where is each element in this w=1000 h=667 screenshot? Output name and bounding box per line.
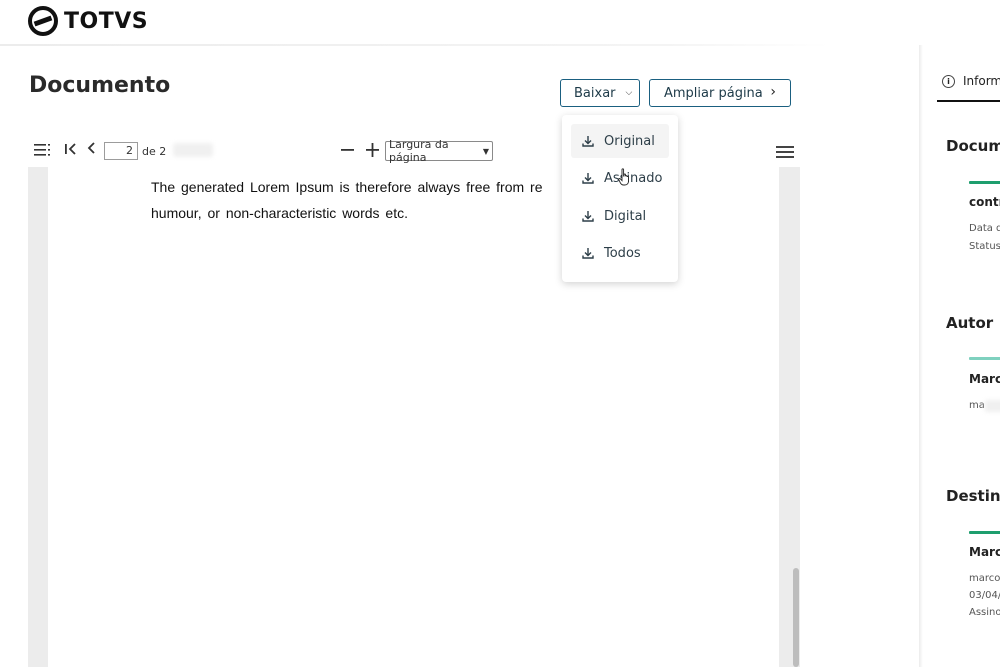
zoom-select[interactable]: Largura da página ▼ (385, 138, 493, 164)
recipient-status: Assinou (969, 607, 1000, 618)
totvs-logo[interactable]: TOTVS (28, 6, 148, 36)
recipient-date: 03/04/ (969, 590, 1000, 601)
download-original-item[interactable]: Original (571, 124, 669, 158)
download-icon (582, 211, 594, 222)
expand-page-button[interactable]: Ampliar página › (649, 79, 791, 107)
info-icon: i (942, 74, 955, 88)
header-divider (0, 44, 830, 46)
zoom-select-value: Largura da página (389, 138, 449, 164)
page-number-input[interactable]: 2 (104, 142, 138, 160)
download-menu: Original Assinado Digital Todos (562, 115, 678, 282)
chevron-down-icon: ⌵ (625, 88, 633, 98)
info-sidebar: i Informações Documento contrato Data de… (923, 45, 1000, 667)
download-all-item[interactable]: Todos (571, 236, 669, 270)
document-status: Status (969, 241, 1000, 252)
section-title-destinatarios: Destinatários (946, 487, 1000, 505)
expand-page-label: Ampliar página (664, 85, 763, 101)
download-original-label: Original (604, 133, 655, 149)
more-options-icon[interactable] (776, 143, 794, 161)
page-title: Documento (29, 73, 171, 98)
hand-cursor-icon (618, 168, 629, 186)
download-all-label: Todos (604, 245, 641, 261)
chevron-right-icon: › (770, 84, 776, 100)
author-name: Marcos (969, 372, 1000, 386)
section-title-autor: Autor (946, 314, 994, 332)
author-email: ma (969, 400, 985, 411)
download-digital-item[interactable]: Digital (571, 199, 669, 233)
active-tab-indicator (937, 100, 1000, 102)
redacted-area (173, 143, 213, 157)
download-icon (582, 136, 594, 147)
status-bar (969, 531, 1000, 534)
download-icon (582, 173, 594, 184)
document-name: contrato (969, 195, 1000, 209)
status-bar (969, 357, 1000, 360)
sidebar-toggle-icon[interactable] (34, 143, 51, 157)
recipient-email: marcos (969, 573, 1000, 584)
download-button-label: Baixar (574, 85, 616, 101)
totvs-logo-icon (28, 6, 58, 36)
page-count-label: de 2 (142, 145, 167, 158)
top-header: TOTVS (0, 0, 1000, 46)
section-title-documento: Documento (946, 137, 1000, 155)
download-signed-label: Assinado (604, 170, 663, 186)
chevron-down-icon: ▼ (482, 146, 489, 156)
document-scrollbar[interactable] (793, 568, 799, 667)
download-digital-label: Digital (604, 208, 647, 224)
document-date: Data de criação (969, 223, 1000, 234)
viewer-toolbar: 2 de 2 Largura da página ▼ (28, 138, 800, 166)
document-text: The generated Lorem Ipsum is therefore a… (151, 179, 543, 221)
previous-page-icon[interactable] (86, 140, 96, 156)
zoom-in-icon[interactable] (365, 138, 381, 162)
first-page-icon[interactable] (64, 141, 78, 157)
download-icon (582, 248, 594, 259)
status-bar (969, 181, 1000, 184)
recipient-name: Marcos (969, 545, 1000, 559)
tab-information[interactable]: i Informações (942, 74, 1000, 88)
download-button[interactable]: Baixar ⌵ (560, 79, 640, 107)
zoom-out-icon[interactable] (340, 138, 356, 162)
tab-information-label: Informações (963, 74, 1000, 88)
brand-name: TOTVS (64, 8, 149, 34)
redacted-area (985, 400, 1000, 412)
